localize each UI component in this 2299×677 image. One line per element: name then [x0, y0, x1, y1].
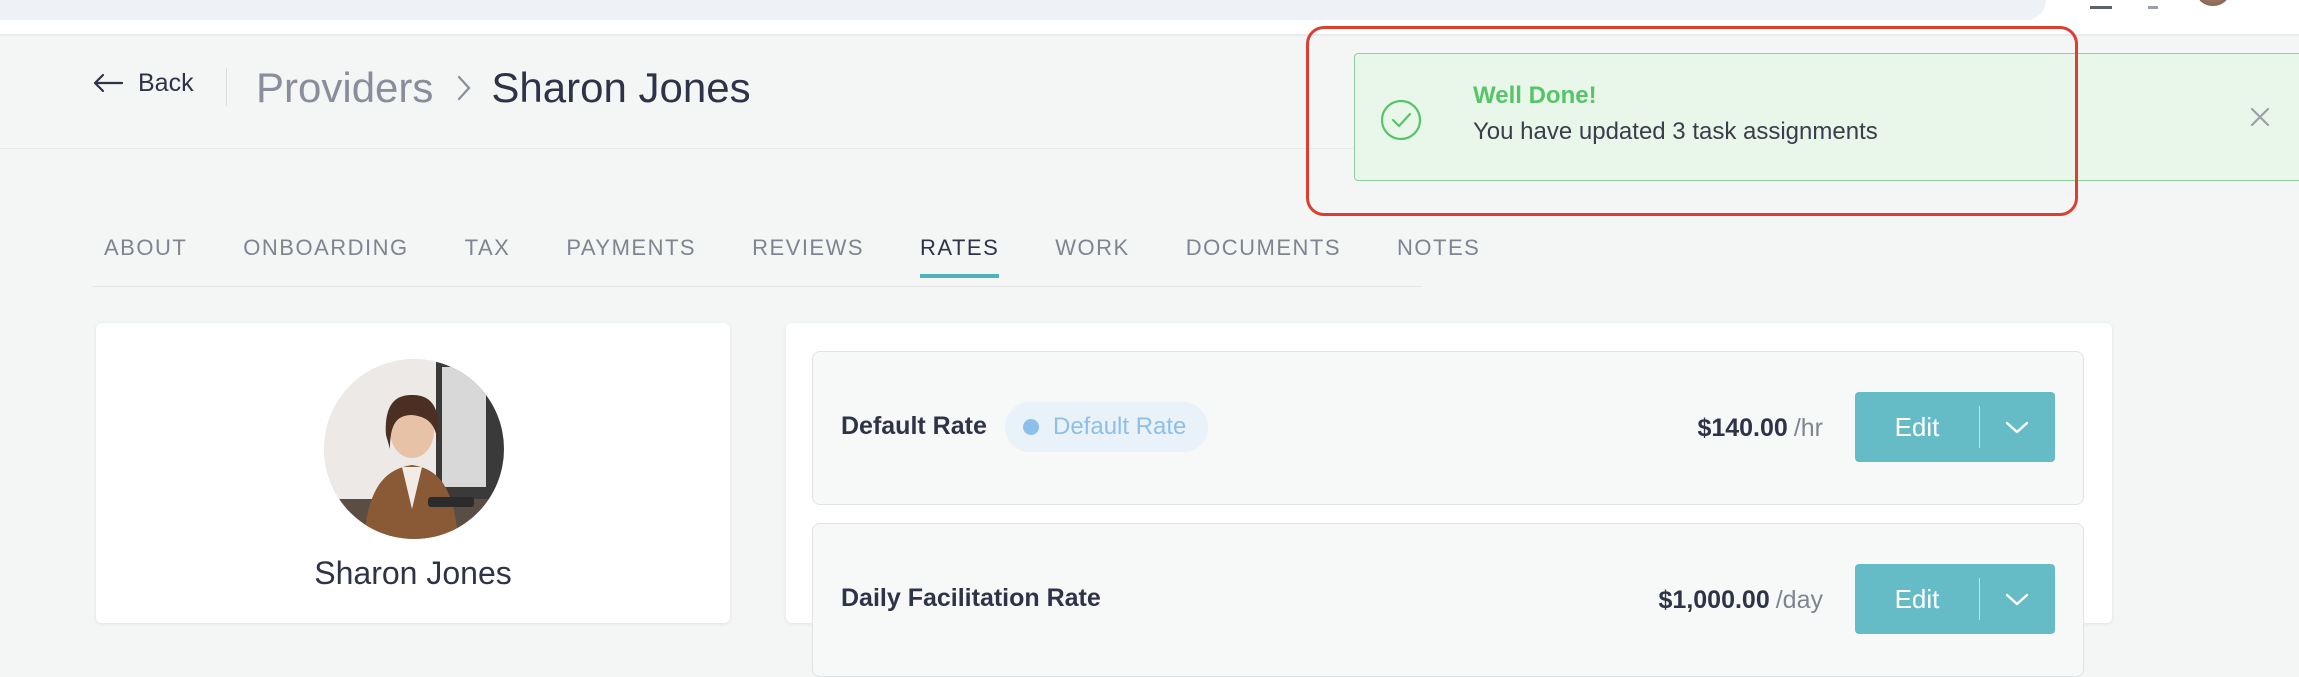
rate-amount: $1,000.00/day	[1659, 586, 1823, 615]
chevron-down-icon[interactable]	[1993, 410, 2041, 444]
chevron-right-icon	[458, 75, 471, 101]
rates-panel: Default Rate Default Rate $140.00/hr Edi…	[786, 323, 2112, 677]
tab-about[interactable]: ABOUT	[104, 232, 187, 286]
tab-documents[interactable]: DOCUMENTS	[1186, 232, 1341, 286]
rate-card: Default Rate Default Rate $140.00/hr Edi…	[812, 351, 2084, 505]
status-dot-icon	[1023, 419, 1039, 435]
avatar	[324, 359, 504, 539]
breadcrumb-providers[interactable]: Providers	[256, 64, 433, 112]
profile-photo	[324, 359, 504, 539]
button-divider	[1979, 406, 1980, 448]
edit-rate-button[interactable]: Edit	[1855, 564, 2055, 634]
close-icon[interactable]	[2245, 102, 2275, 132]
rate-value: $1,000.00	[1658, 586, 1770, 614]
default-rate-badge: Default Rate	[1005, 402, 1209, 452]
profile-name: Sharon Jones	[314, 555, 512, 591]
rate-unit: /hr	[1793, 414, 1823, 442]
rate-card: Daily Facilitation Rate $1,000.00/day Ed…	[812, 523, 2084, 677]
profile-card: Sharon Jones	[96, 323, 730, 623]
edit-label: Edit	[1894, 584, 1940, 614]
page-title: Sharon Jones	[491, 64, 751, 111]
browser-profile-avatar[interactable]	[2196, 0, 2230, 6]
back-label: Back	[138, 68, 194, 97]
tab-reviews[interactable]: REVIEWS	[752, 232, 864, 286]
rate-value: $140.00	[1697, 414, 1788, 442]
tab-work[interactable]: WORK	[1055, 232, 1129, 286]
edit-rate-button[interactable]: Edit	[1855, 392, 2055, 462]
edit-label: Edit	[1894, 412, 1940, 442]
rate-amount: $140.00/hr	[1697, 414, 1823, 443]
tab-onboarding[interactable]: ONBOARDING	[243, 232, 408, 286]
badge-label: Default Rate	[1053, 413, 1187, 440]
back-button[interactable]: Back	[92, 66, 194, 100]
rate-name: Default Rate	[841, 412, 987, 440]
tab-rates[interactable]: RATES	[920, 232, 1000, 286]
arrow-left-icon	[93, 73, 124, 93]
chevron-down-icon[interactable]	[1993, 582, 2041, 616]
tabs-divider	[92, 286, 1422, 287]
menu-icon[interactable]	[2148, 0, 2158, 9]
tab-search-icon[interactable]	[2090, 0, 2112, 9]
rate-name: Daily Facilitation Rate	[841, 584, 1101, 612]
tab-notes[interactable]: NOTES	[1397, 232, 1480, 286]
address-bar[interactable]	[0, 0, 2046, 20]
annotation-highlight	[1306, 26, 2078, 216]
rate-unit: /day	[1775, 586, 1823, 614]
header-divider	[226, 68, 227, 106]
tab-payments[interactable]: PAYMENTS	[566, 232, 696, 286]
provider-tabs: ABOUT ONBOARDING TAX PAYMENTS REVIEWS RA…	[104, 232, 1536, 288]
breadcrumb: Providers Sharon Jones	[256, 58, 751, 118]
tab-tax[interactable]: TAX	[465, 232, 511, 286]
button-divider	[1979, 578, 1980, 620]
